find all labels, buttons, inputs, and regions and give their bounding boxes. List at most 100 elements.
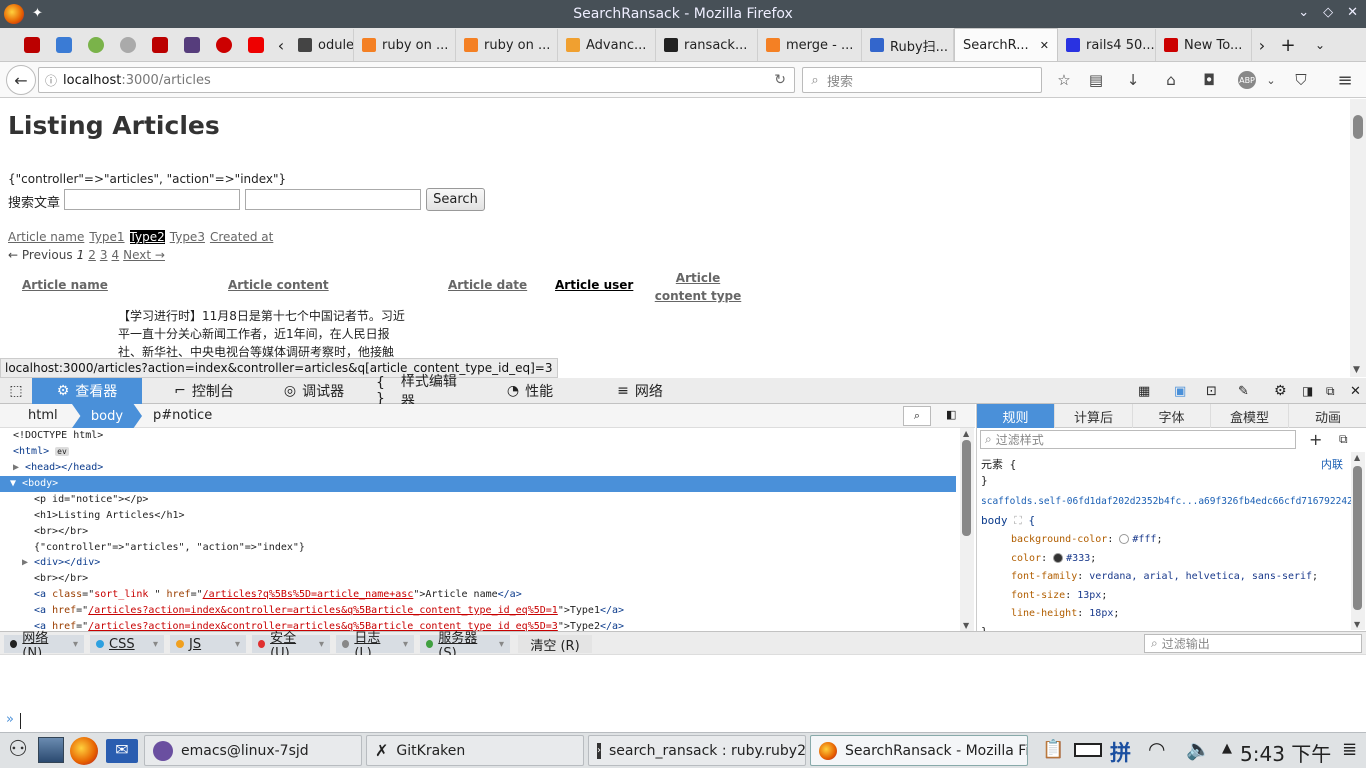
taskbar-item-terminal[interactable]: › search_ransack : ruby.ruby2.1 xyxy=(588,735,806,766)
css-property[interactable]: color xyxy=(1011,553,1041,564)
pinned-tab[interactable] xyxy=(16,29,48,61)
browser-tab[interactable]: odule:... xyxy=(290,29,354,61)
dropdown-icon[interactable]: ▾ xyxy=(403,639,408,650)
breadcrumb-html[interactable]: html xyxy=(28,408,58,423)
browser-tab[interactable]: ruby on ... xyxy=(354,29,456,61)
markup-doctype[interactable]: <!DOCTYPE html> xyxy=(13,428,103,444)
mail-icon[interactable]: ✉ xyxy=(106,739,138,763)
clock[interactable]: 5:43 下午 xyxy=(1240,738,1331,767)
scroll-right-icon[interactable]: › xyxy=(1252,29,1272,61)
dock-side-icon[interactable]: ◨ xyxy=(1292,378,1318,404)
url-bar[interactable]: ⓘ localhost:3000/articles ↻ xyxy=(38,67,795,93)
toggle-classes-icon[interactable]: ⧉ xyxy=(1339,432,1348,447)
sort-link-article-name[interactable]: Article name xyxy=(8,230,84,244)
css-property[interactable]: line-height xyxy=(1011,608,1077,619)
markup-search-icon[interactable]: ⌕ xyxy=(903,406,931,426)
volume-icon[interactable]: 🔈 xyxy=(1186,737,1211,761)
tab-debugger[interactable]: ◎ 调试器 xyxy=(268,378,360,404)
scroll-thumb[interactable] xyxy=(962,440,971,536)
sort-link-type1[interactable]: Type1 xyxy=(89,230,124,244)
bookmark-star-icon[interactable]: ☆ xyxy=(1055,71,1073,89)
tab-style-editor[interactable]: { } 样式编辑器 xyxy=(366,374,470,410)
rules-scrollbar[interactable]: ▲ ▼ xyxy=(1351,452,1365,630)
markup-p-notice[interactable]: <p id="notice"></p> xyxy=(34,492,148,508)
markup-body-selected[interactable]: ▼ <body> xyxy=(0,476,956,492)
href-value[interactable]: /articles?action=index&controller=articl… xyxy=(88,605,558,616)
css-declaration[interactable]: font-family: verdana, arial, helvetica, … xyxy=(1011,571,1318,582)
minimize-icon[interactable]: ⌄ xyxy=(1298,5,1309,20)
eyedropper-icon[interactable]: ✎ xyxy=(1228,378,1258,404)
firefox-launcher-icon[interactable] xyxy=(70,737,98,765)
markup-h1[interactable]: <h1>Listing Articles</h1> xyxy=(34,508,185,524)
taskbar-item-emacs[interactable]: emacs@linux-7sjd xyxy=(144,735,362,766)
add-rule-icon[interactable]: + xyxy=(1309,430,1322,449)
desktop-icon[interactable] xyxy=(38,737,64,763)
breadcrumb-p-notice[interactable]: p#notice xyxy=(153,408,212,423)
css-property[interactable]: font-family xyxy=(1011,571,1077,582)
ime-indicator[interactable]: 拼 xyxy=(1110,737,1131,767)
notification-icon[interactable]: ≣ xyxy=(1342,739,1357,760)
event-badge[interactable]: ev xyxy=(55,447,69,456)
color-swatch-icon[interactable] xyxy=(1119,534,1130,544)
clear-console-button[interactable]: 清空 (R) xyxy=(518,635,592,654)
console-filter-button[interactable]: CSS ▾ xyxy=(90,635,164,653)
element-picker-icon[interactable]: ⬚ xyxy=(0,378,32,404)
pinned-tab[interactable] xyxy=(48,29,80,61)
breadcrumb-body[interactable]: body xyxy=(72,404,142,428)
markup-br[interactable]: <br></br> xyxy=(34,524,88,540)
color-swatch-icon[interactable] xyxy=(1053,552,1064,563)
download-icon[interactable]: ↓ xyxy=(1124,71,1142,89)
console-filter-button[interactable]: 服务器 (S) ▾ xyxy=(420,631,510,661)
toggle-sidebar-icon[interactable]: ◧ xyxy=(946,408,956,421)
css-value[interactable]: #333 xyxy=(1066,553,1090,564)
href-value[interactable]: /articles?q%5Bs%5D=article_name+asc xyxy=(203,589,414,600)
tab-network[interactable]: ≡ 网络 xyxy=(600,378,680,404)
scroll-up-icon[interactable]: ▲ xyxy=(963,429,969,438)
css-declaration[interactable]: font-size: 13px; xyxy=(1011,590,1107,601)
pocket-icon[interactable]: ◘ xyxy=(1200,71,1218,89)
scroll-down-icon[interactable]: ▼ xyxy=(1353,365,1360,375)
markup-a-type2[interactable]: <a href="/articles?action=index&controll… xyxy=(34,619,624,631)
battery-icon[interactable] xyxy=(1074,743,1102,757)
tab-box-model[interactable]: 盒模型 xyxy=(1211,404,1289,428)
browser-tab[interactable]: Ruby扫... xyxy=(862,29,954,61)
scroll-thumb[interactable] xyxy=(1353,115,1363,139)
maximize-icon[interactable]: ◇ xyxy=(1323,5,1333,20)
sort-link-type2[interactable]: Type2 xyxy=(129,230,165,244)
pin-icon[interactable]: ✦ xyxy=(32,4,43,24)
close-window-icon[interactable]: ✕ xyxy=(1347,5,1358,20)
pinned-tab[interactable] xyxy=(208,29,240,61)
tab-computed[interactable]: 计算后 xyxy=(1055,404,1133,428)
close-devtools-icon[interactable]: ✕ xyxy=(1340,378,1366,404)
taskbar-item-firefox[interactable]: SearchRansack - Mozilla Firefox xyxy=(810,735,1028,766)
responsive-icon[interactable]: ▣ xyxy=(1164,378,1194,404)
css-property[interactable]: font-size xyxy=(1011,590,1065,601)
expand-icon[interactable]: ▶ xyxy=(22,557,34,568)
kde-launcher-icon[interactable]: ⚇ xyxy=(4,737,32,765)
selector-highlight-icon[interactable]: ⛶ xyxy=(1014,514,1022,527)
tab-animations[interactable]: 动画 xyxy=(1289,404,1366,428)
css-value[interactable]: 18px xyxy=(1089,608,1113,619)
collapse-icon[interactable]: ▼ xyxy=(10,478,22,489)
search-bar[interactable]: ⌕ 搜索 xyxy=(802,67,1042,93)
dropdown-icon[interactable]: ▾ xyxy=(235,639,240,650)
screenshot-icon[interactable]: ⊡ xyxy=(1196,378,1226,404)
body-selector[interactable]: body ⛶ { xyxy=(981,514,1035,528)
markup-a-sort-link[interactable]: <a class="sort_link " href="/articles?q%… xyxy=(34,587,522,603)
browser-tab[interactable]: rails4 50... xyxy=(1058,29,1156,61)
browser-tab[interactable]: New To... xyxy=(1156,29,1252,61)
markup-head[interactable]: ▶ <head></head> xyxy=(13,460,103,476)
dropdown-icon[interactable]: ⌄ xyxy=(1262,71,1280,89)
taskbar-item-gitkraken[interactable]: ✗ GitKraken xyxy=(366,735,584,766)
scroll-down-icon[interactable]: ▼ xyxy=(1354,620,1360,629)
pagination-page[interactable]: 2 xyxy=(88,248,96,262)
stylesheet-link[interactable]: scaffolds.self-06fd1daf202d2352b4fc...a6… xyxy=(981,496,1366,507)
markup-div[interactable]: ▶ <div></div> xyxy=(22,555,100,571)
frame-picker-icon[interactable]: ▦ xyxy=(1128,378,1160,404)
console-filter-button[interactable]: 安全 (U) ▾ xyxy=(252,631,330,661)
pinned-tab[interactable] xyxy=(144,29,176,61)
column-header-article-name[interactable]: Article name xyxy=(22,278,108,292)
css-property[interactable]: background-color xyxy=(1011,534,1107,545)
css-declaration[interactable]: line-height: 18px; xyxy=(1011,608,1119,619)
column-header-article-content[interactable]: Article content xyxy=(228,278,329,292)
